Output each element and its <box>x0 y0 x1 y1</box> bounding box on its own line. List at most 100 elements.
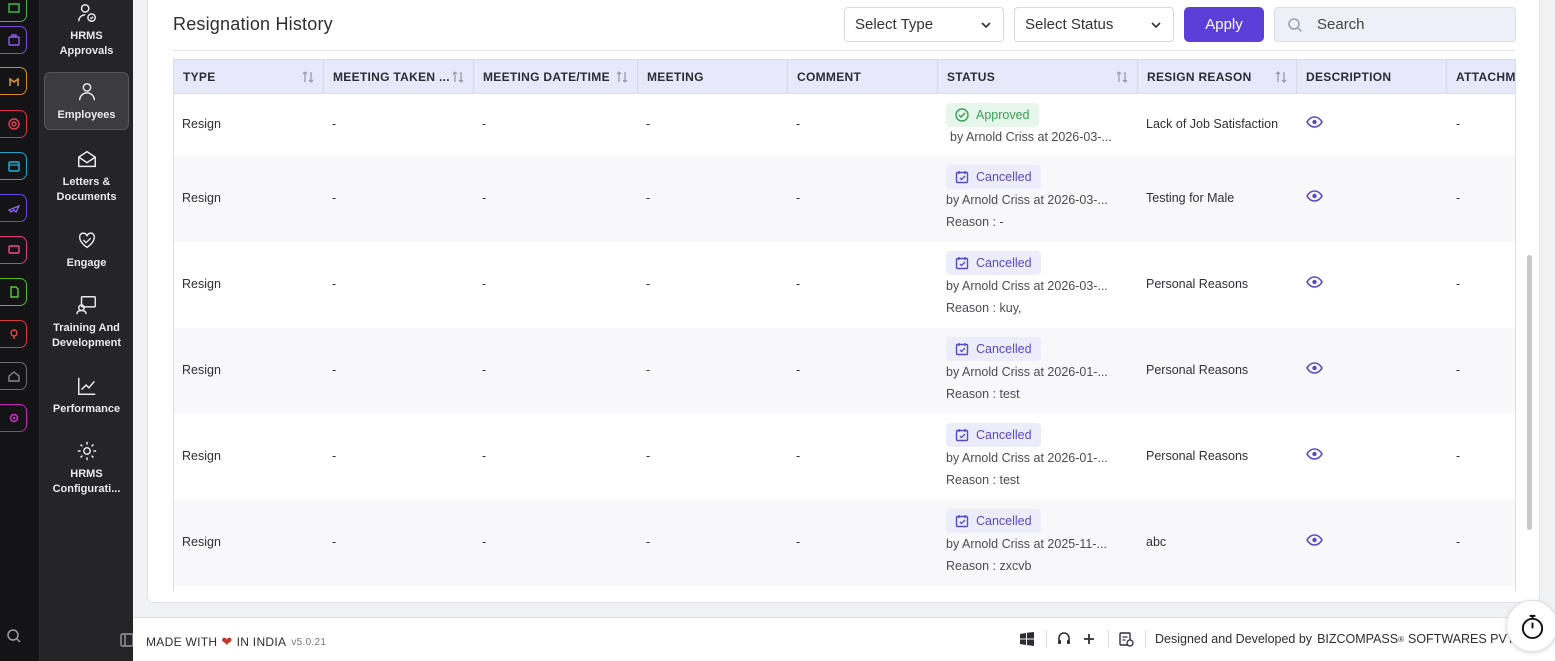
nav-item-employees[interactable]: Employees <box>44 72 129 130</box>
column-label: ATTACHM <box>1456 70 1516 84</box>
cell-type: Resign <box>182 449 221 463</box>
vertical-scrollbar[interactable] <box>1527 255 1532 530</box>
rail-settings-icon[interactable] <box>0 404 27 432</box>
status-reason: Reason : test <box>946 473 1020 487</box>
view-description-eye-icon[interactable] <box>1306 276 1323 288</box>
status-select[interactable]: Select Status <box>1014 7 1174 42</box>
rail-location-icon[interactable] <box>0 320 27 348</box>
task-list-icon[interactable] <box>1118 631 1134 647</box>
mail-open-icon <box>77 150 96 168</box>
cell-attachment: - <box>1456 363 1461 377</box>
rail-home-icon[interactable] <box>0 362 27 390</box>
nav-item-hrms-configuration[interactable]: HRMS Configurati... <box>44 440 129 500</box>
apply-button[interactable]: Apply <box>1184 7 1264 42</box>
rail-briefcase-icon[interactable] <box>0 26 27 54</box>
company-name: BIZCOMPASS <box>1317 632 1399 646</box>
status-badge: Cancelled <box>946 165 1041 189</box>
support-headset-icon[interactable] <box>1056 631 1072 647</box>
column-label: DESCRIPTION <box>1306 70 1392 84</box>
nav-label: HRMS Configurati... <box>52 468 121 495</box>
sort-icon[interactable] <box>615 70 629 84</box>
nav-item-letters-documents[interactable]: Letters & Documents <box>44 148 129 208</box>
column-meeting-taken[interactable]: MEETING TAKEN ... <box>324 60 474 94</box>
cell-meeting: - <box>646 277 651 291</box>
cell-attachment: - <box>1456 277 1461 291</box>
rail-people-icon[interactable] <box>0 67 27 95</box>
status-reason: Reason : zxcvb <box>946 559 1032 573</box>
check-circle-icon <box>955 108 969 122</box>
sort-icon[interactable] <box>301 70 315 84</box>
table-row: Resign - - - - Cancelled by Arnold Criss… <box>174 328 1515 414</box>
status-badge: Approved <box>946 103 1039 127</box>
stopwatch-button[interactable] <box>1506 600 1555 652</box>
type-select[interactable]: Select Type <box>844 7 1004 42</box>
cell-comment: - <box>796 191 801 205</box>
cell-meeting-datetime: - <box>482 191 487 205</box>
cell-meeting-datetime: - <box>482 117 487 131</box>
cell-resign-reason: Personal Reasons <box>1146 363 1249 377</box>
rail-plane-icon[interactable] <box>0 194 27 222</box>
calendar-icon <box>7 161 20 172</box>
rail-search-icon[interactable] <box>6 628 22 644</box>
cell-type: Resign <box>182 191 221 205</box>
rail-document-icon[interactable] <box>0 278 27 306</box>
add-icon[interactable] <box>1081 631 1097 647</box>
nav-item-engage[interactable]: Engage <box>44 229 129 273</box>
view-description-eye-icon[interactable] <box>1306 362 1323 374</box>
person-icon <box>78 83 95 101</box>
table-row: Resign - - - - Cancelled by Arnold Criss… <box>174 500 1515 586</box>
sort-icon[interactable] <box>1115 70 1129 84</box>
stopwatch-icon <box>1521 614 1544 640</box>
sort-icon[interactable] <box>451 70 465 84</box>
view-description-eye-icon[interactable] <box>1306 534 1323 546</box>
rail-app-icon[interactable] <box>0 0 27 22</box>
nav-item-hrms-approvals[interactable]: HRMS Approvals <box>44 2 129 64</box>
column-label: COMMENT <box>797 70 862 84</box>
cell-comment: - <box>796 535 801 549</box>
table-row: Resign - - - - Cancelled by Arnold Criss… <box>174 414 1515 500</box>
cell-resign-reason: Personal Reasons <box>1146 449 1249 463</box>
search-placeholder: Search <box>1317 16 1365 33</box>
nav-label: Performance <box>52 403 121 415</box>
nav-item-training-development[interactable]: Training And Development <box>44 294 129 354</box>
nav-label: Engage <box>66 257 107 269</box>
cell-attachment: - <box>1456 535 1461 549</box>
rail-calendar-icon[interactable] <box>0 152 27 180</box>
cell-meeting-datetime: - <box>482 449 487 463</box>
view-description-eye-icon[interactable] <box>1306 116 1323 128</box>
view-description-eye-icon[interactable] <box>1306 190 1323 202</box>
column-attachment: ATTACHM <box>1447 60 1516 94</box>
column-type[interactable]: TYPE <box>174 60 324 94</box>
separator <box>1108 630 1109 648</box>
document-icon <box>9 286 19 298</box>
cell-type: Resign <box>182 363 221 377</box>
status-badge: Cancelled <box>946 251 1041 275</box>
cell-meeting: - <box>646 535 651 549</box>
nav-item-performance[interactable]: Performance <box>44 375 129 419</box>
chevron-down-icon <box>981 22 991 29</box>
cell-meeting-taken: - <box>332 363 337 377</box>
calendar-check-icon <box>955 257 969 270</box>
cell-resign-reason: abc <box>1146 535 1167 549</box>
nav-label: Employees <box>57 109 116 121</box>
column-status[interactable]: STATUS <box>938 60 1138 94</box>
rail-target-icon[interactable] <box>0 110 27 138</box>
column-label: TYPE <box>183 70 216 84</box>
column-meeting-datetime[interactable]: MEETING DATE/TIME <box>474 60 638 94</box>
status-badge-label: Approved <box>976 108 1030 122</box>
cell-attachment: - <box>1456 191 1461 205</box>
rail-monitor-icon[interactable] <box>0 236 27 264</box>
table-row: Resign - - - - Approved by Arnold Criss … <box>174 94 1515 156</box>
gear-icon <box>77 441 96 461</box>
monitor-icon <box>7 245 20 254</box>
windows-icon[interactable] <box>1019 631 1035 647</box>
sort-icon[interactable] <box>1274 70 1288 84</box>
cell-attachment: - <box>1456 449 1461 463</box>
view-description-eye-icon[interactable] <box>1306 448 1323 460</box>
column-resign-reason[interactable]: RESIGN REASON <box>1138 60 1297 94</box>
cell-meeting-datetime: - <box>482 363 487 377</box>
search-input[interactable]: Search <box>1274 7 1516 42</box>
resignation-table: TYPE MEETING TAKEN ... MEETING DATE/TIME… <box>173 59 1516 592</box>
status-badge: Cancelled <box>946 423 1041 447</box>
user-check-icon <box>77 4 96 22</box>
